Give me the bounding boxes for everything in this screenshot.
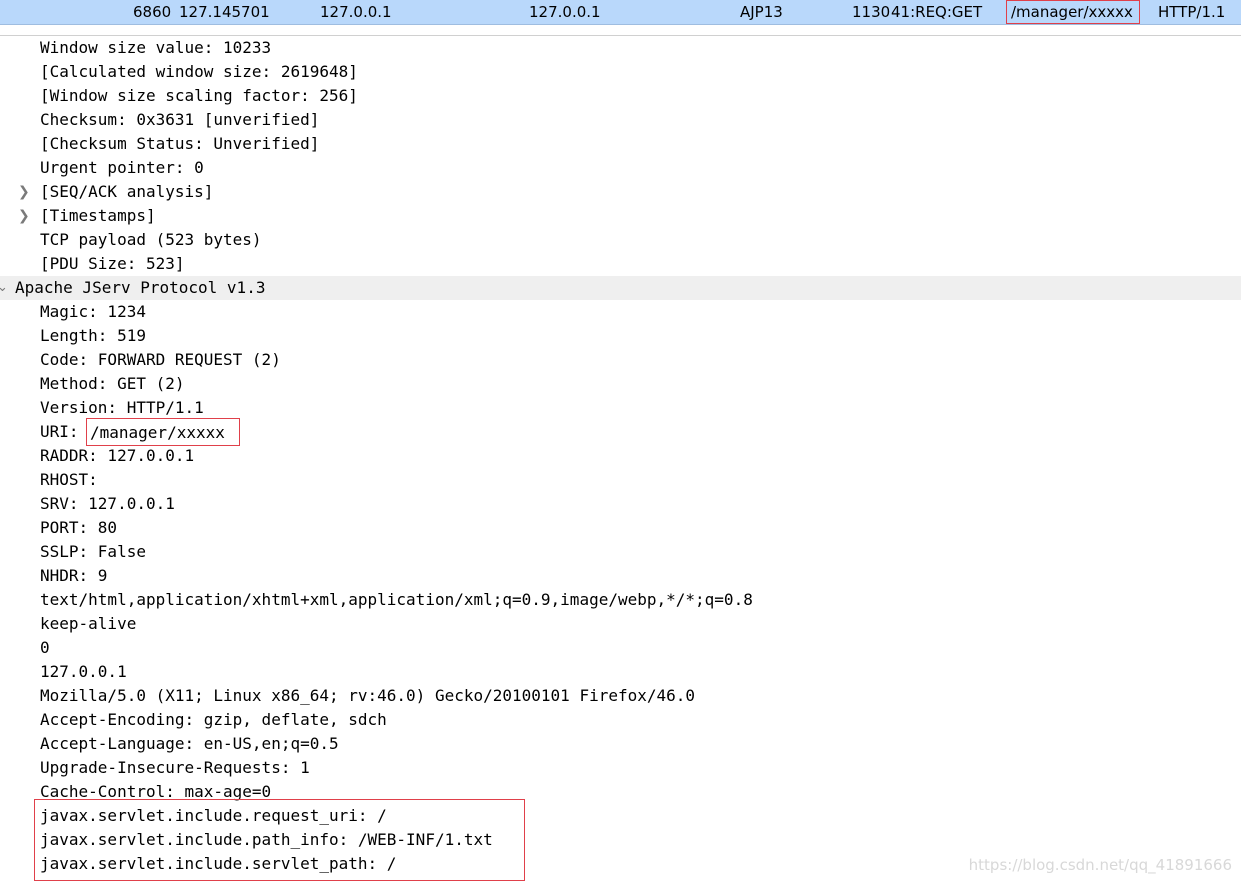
packet-length: 1130: [852, 3, 891, 21]
tree-item[interactable]: Length: 519: [0, 324, 1241, 348]
tree-item[interactable]: Accept-Language: en-US,en;q=0.5: [0, 732, 1241, 756]
tree-item-label: 0: [40, 638, 50, 657]
tree-item-label: Code: FORWARD REQUEST (2): [40, 350, 281, 369]
tree-item[interactable]: Checksum: 0x3631 [unverified]: [0, 108, 1241, 132]
tree-item[interactable]: Upgrade-Insecure-Requests: 1: [0, 756, 1241, 780]
packet-time: 127.145701: [179, 3, 270, 21]
tree-item-label: [Window size scaling factor: 256]: [40, 86, 358, 105]
tree-item-label: Apache JServ Protocol v1.3: [15, 278, 266, 297]
tree-item-label: PORT: 80: [40, 518, 118, 537]
uri-value-highlight: /manager/xxxxx: [86, 418, 240, 446]
collapse-chevron-icon[interactable]: ⌄: [0, 276, 8, 300]
tree-item[interactable]: RHOST:: [0, 468, 1241, 492]
tree-item[interactable]: PORT: 80: [0, 516, 1241, 540]
tree-item-label: Accept-Language: en-US,en;q=0.5: [40, 734, 339, 753]
tree-item-label: [Timestamps]: [40, 206, 156, 225]
tree-item[interactable]: TCP payload (523 bytes): [0, 228, 1241, 252]
tree-item-label: SSLP: False: [40, 542, 146, 561]
tree-item-label: javax.servlet.include.path_info: /WEB-IN…: [40, 830, 493, 849]
packet-list-row-selected[interactable]: 6860 127.145701 127.0.0.1 127.0.0.1 AJP1…: [0, 0, 1241, 25]
tree-item-ajp-protocol[interactable]: ⌄ Apache JServ Protocol v1.3: [0, 276, 1241, 300]
packet-protocol: AJP13: [740, 3, 783, 21]
tree-item[interactable]: [Window size scaling factor: 256]: [0, 84, 1241, 108]
tree-item[interactable]: Urgent pointer: 0: [0, 156, 1241, 180]
tree-item-label: Window size value: 10233: [40, 38, 272, 57]
tree-item[interactable]: SRV: 127.0.0.1: [0, 492, 1241, 516]
tree-item[interactable]: Window size value: 10233: [0, 36, 1241, 60]
tree-item-label: Method: GET (2): [40, 374, 185, 393]
watermark: https://blog.csdn.net/qq_41891666: [968, 856, 1232, 874]
expand-chevron-icon[interactable]: ❯: [18, 180, 30, 204]
tree-item-label: Length: 519: [40, 326, 146, 345]
tree-item[interactable]: Version: HTTP/1.1: [0, 396, 1241, 420]
tree-item[interactable]: [Checksum Status: Unverified]: [0, 132, 1241, 156]
packet-info-prefix: 41:REQ:GET: [891, 3, 983, 21]
tree-item-label: text/html,application/xhtml+xml,applicat…: [40, 590, 753, 609]
tree-item-label: Mozilla/5.0 (X11; Linux x86_64; rv:46.0)…: [40, 686, 696, 705]
tree-item-attribute[interactable]: javax.servlet.include.path_info: /WEB-IN…: [0, 828, 1241, 852]
expand-chevron-icon[interactable]: ❯: [18, 204, 30, 228]
tree-item[interactable]: SSLP: False: [0, 540, 1241, 564]
tree-item-label: NHDR: 9: [40, 566, 108, 585]
tree-item[interactable]: keep-alive: [0, 612, 1241, 636]
tree-item-label: Accept-Encoding: gzip, deflate, sdch: [40, 710, 387, 729]
tree-item-label: Magic: 1234: [40, 302, 146, 321]
tree-item-label: [Checksum Status: Unverified]: [40, 134, 320, 153]
tree-item-label: Checksum: 0x3631 [unverified]: [40, 110, 320, 129]
packet-destination: 127.0.0.1: [529, 3, 601, 21]
tree-item-label: Urgent pointer: 0: [40, 158, 204, 177]
tree-item[interactable]: Code: FORWARD REQUEST (2): [0, 348, 1241, 372]
tree-item-label: Cache-Control: max-age=0: [40, 782, 272, 801]
tree-item-timestamps[interactable]: ❯ [Timestamps]: [0, 204, 1241, 228]
tree-item-label: TCP payload (523 bytes): [40, 230, 262, 249]
tree-item[interactable]: text/html,application/xhtml+xml,applicat…: [0, 588, 1241, 612]
tree-item-label: javax.servlet.include.servlet_path: /: [40, 854, 397, 873]
tree-item-attribute[interactable]: javax.servlet.include.request_uri: /: [0, 804, 1241, 828]
tree-item[interactable]: Magic: 1234: [0, 300, 1241, 324]
tree-item[interactable]: NHDR: 9: [0, 564, 1241, 588]
tree-item[interactable]: Cache-Control: max-age=0: [0, 780, 1241, 804]
tree-item[interactable]: 127.0.0.1: [0, 660, 1241, 684]
tree-item-label: Upgrade-Insecure-Requests: 1: [40, 758, 310, 777]
tree-item-label: RADDR: 127.0.0.1: [40, 446, 195, 465]
tree-item-label: RHOST:: [40, 470, 98, 489]
tree-item-label: [PDU Size: 523]: [40, 254, 185, 273]
tree-item[interactable]: RADDR: 127.0.0.1: [0, 444, 1241, 468]
tree-item-label: Version: HTTP/1.1: [40, 398, 204, 417]
packet-source: 127.0.0.1: [320, 3, 392, 21]
tree-item-label: [Calculated window size: 2619648]: [40, 62, 358, 81]
packet-info-suffix: HTTP/1.1: [1158, 3, 1226, 21]
tree-item-label: [SEQ/ACK analysis]: [40, 182, 214, 201]
uri-label: URI:: [40, 422, 79, 441]
tree-item[interactable]: [PDU Size: 523]: [0, 252, 1241, 276]
tree-item[interactable]: Accept-Encoding: gzip, deflate, sdch: [0, 708, 1241, 732]
packet-number: 6860: [133, 3, 172, 21]
tree-item-label: javax.servlet.include.request_uri: /: [40, 806, 387, 825]
tree-item-label: 127.0.0.1: [40, 662, 127, 681]
tree-item[interactable]: [Calculated window size: 2619648]: [0, 60, 1241, 84]
tree-item-seq-ack[interactable]: ❯ [SEQ/ACK analysis]: [0, 180, 1241, 204]
packet-info-uri-highlight: /manager/xxxxx: [1006, 0, 1140, 24]
packet-details-tree[interactable]: Window size value: 10233 [Calculated win…: [0, 36, 1241, 876]
tree-item[interactable]: 0: [0, 636, 1241, 660]
tree-item-uri[interactable]: URI: /manager/xxxxx: [0, 418, 1241, 446]
tree-item[interactable]: Mozilla/5.0 (X11; Linux x86_64; rv:46.0)…: [0, 684, 1241, 708]
tree-item-label: keep-alive: [40, 614, 137, 633]
tree-item[interactable]: Method: GET (2): [0, 372, 1241, 396]
tree-item-label: SRV: 127.0.0.1: [40, 494, 175, 513]
